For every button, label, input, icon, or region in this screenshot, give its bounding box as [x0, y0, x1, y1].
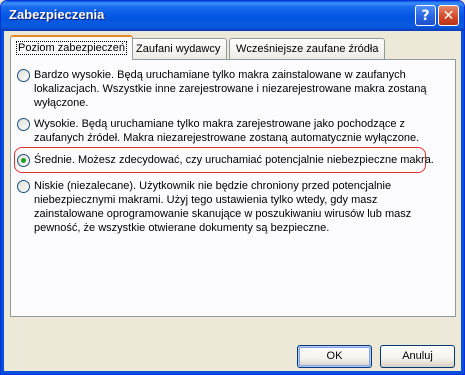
- tab-label: Wcześniejsze zaufane źródła: [236, 43, 379, 55]
- tab-label: Zaufani wydawcy: [136, 43, 221, 55]
- ok-button[interactable]: OK: [297, 345, 372, 368]
- option-label: Wysokie. Będą uruchamiane tylko makra za…: [34, 118, 420, 144]
- option-label: Bardzo wysokie. Będą uruchamiane tylko m…: [34, 69, 427, 109]
- cancel-button[interactable]: Anuluj: [380, 345, 455, 368]
- close-button[interactable]: ✕: [438, 5, 459, 26]
- close-icon: ✕: [442, 7, 455, 24]
- option-medium[interactable]: Średnie. Możesz zdecydować, czy uruchami…: [17, 153, 447, 169]
- radio-button-selected[interactable]: [17, 154, 30, 167]
- help-button[interactable]: ?: [415, 5, 436, 26]
- help-icon: ?: [421, 7, 430, 24]
- radio-button[interactable]: [17, 118, 30, 131]
- option-very-high[interactable]: Bardzo wysokie. Będą uruchamiane tylko m…: [17, 68, 447, 112]
- window-title: Zabezpieczenia: [9, 7, 105, 22]
- radio-button[interactable]: [17, 69, 30, 82]
- tab-panel: Bardzo wysokie. Będą uruchamiane tylko m…: [10, 59, 456, 317]
- window-frame-left: [1, 31, 4, 374]
- option-label: Niskie (niezalecane). Użytkownik nie będ…: [34, 180, 412, 234]
- title-bar[interactable]: Zabezpieczenia ? ✕: [1, 1, 464, 31]
- option-low[interactable]: Niskie (niezalecane). Użytkownik nie będ…: [17, 179, 447, 239]
- tab-label: Poziom zabezpieczeń: [15, 41, 128, 55]
- option-high[interactable]: Wysokie. Będą uruchamiane tylko makra za…: [17, 117, 447, 147]
- radio-button[interactable]: [17, 180, 30, 193]
- tab-security-level[interactable]: Poziom zabezpieczeń: [10, 35, 134, 60]
- security-dialog: Zabezpieczenia ? ✕ Poziom zabezpieczeń Z…: [0, 0, 465, 375]
- window-frame-bottom: [1, 371, 464, 374]
- window-frame-right: [461, 31, 464, 374]
- tab-trusted-sources[interactable]: Wcześniejsze zaufane źródła: [229, 38, 386, 59]
- option-label: Średnie. Możesz zdecydować, czy uruchami…: [34, 154, 434, 166]
- tab-trusted-publishers[interactable]: Zaufani wydawcy: [129, 38, 228, 59]
